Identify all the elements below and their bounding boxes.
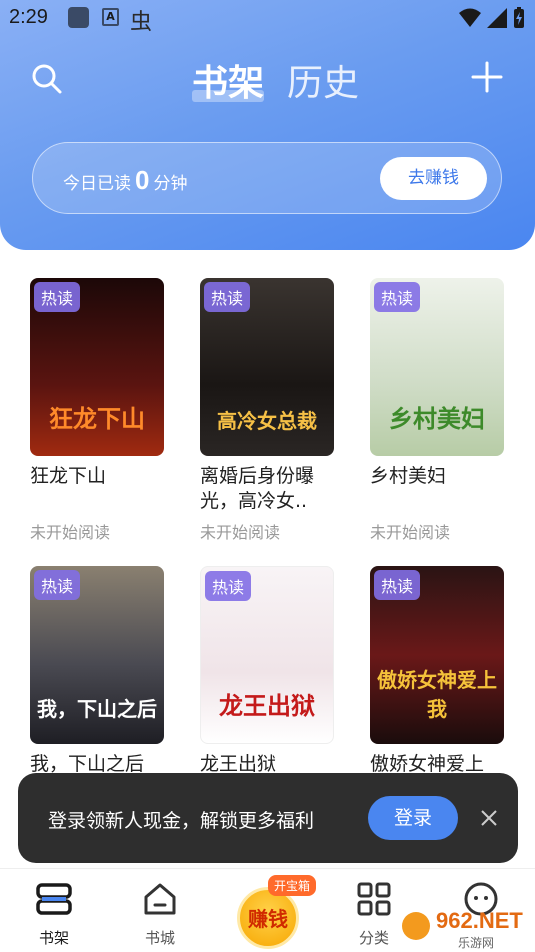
bookshelf-icon bbox=[36, 883, 72, 915]
watermark-logo: 962.NET 乐游网 bbox=[402, 908, 523, 950]
book-item[interactable]: 热读 高冷女总裁 离婚后身份曝光，高冷女.. 未开始阅读 bbox=[200, 278, 334, 543]
login-promo-toast: 登录领新人现金，解锁更多福利 登录 bbox=[18, 773, 518, 863]
reading-minutes: 0 bbox=[135, 165, 150, 195]
toast-message: 登录领新人现金，解锁更多福利 bbox=[48, 810, 315, 832]
app-notification-icon bbox=[68, 7, 89, 28]
daily-reading-text: 今日已读 0 分钟 bbox=[63, 165, 187, 196]
status-indicators bbox=[459, 7, 525, 29]
reading-progress: 未开始阅读 bbox=[370, 523, 451, 542]
top-navigation: 书架 历史 bbox=[0, 50, 535, 105]
hot-badge: 热读 bbox=[34, 282, 81, 312]
signal-icon bbox=[487, 8, 507, 28]
tab-bookstore[interactable]: 书城 bbox=[120, 879, 200, 948]
watermark-brand: 962.NET bbox=[436, 908, 523, 933]
tab-history[interactable]: 历史 bbox=[287, 54, 359, 106]
cover-title: 高冷女总裁 bbox=[217, 409, 317, 433]
reading-prefix: 今日已读 bbox=[63, 174, 131, 194]
category-grid-icon bbox=[357, 882, 391, 916]
book-cover[interactable]: 热读 乡村美妇 bbox=[370, 278, 504, 456]
cover-title: 傲娇女神爱上我 bbox=[377, 668, 497, 721]
book-item[interactable]: 热读 傲娇女神爱上我 傲娇女神爱上 bbox=[370, 566, 504, 802]
tab-label: 书城 bbox=[144, 929, 175, 947]
close-icon[interactable] bbox=[477, 806, 501, 830]
daily-reading-card: 今日已读 0 分钟 去赚钱 bbox=[32, 142, 502, 214]
book-name[interactable]: 乡村美妇 bbox=[370, 464, 504, 514]
a-notification-icon: A bbox=[102, 8, 119, 26]
treasure-chest-icon: 赚钱 bbox=[237, 887, 299, 949]
earn-money-button[interactable]: 去赚钱 bbox=[380, 157, 487, 200]
book-cover[interactable]: 热读 我，下山之后 bbox=[30, 566, 164, 744]
book-cover[interactable]: 热读 龙王出狱 bbox=[200, 566, 334, 744]
header-banner: 2:29 A 虫 书架 历史 今日已读 0 分钟 去赚钱 bbox=[0, 0, 535, 250]
status-bar: 2:29 A 虫 bbox=[0, 0, 535, 36]
hot-badge: 热读 bbox=[374, 570, 421, 600]
watermark-sub: 乐游网 bbox=[458, 936, 494, 950]
reading-progress: 未开始阅读 bbox=[200, 523, 281, 542]
book-name[interactable]: 狂龙下山 bbox=[30, 464, 164, 514]
hot-badge: 热读 bbox=[374, 282, 421, 312]
hot-badge: 热读 bbox=[205, 571, 252, 601]
tab-bookshelf[interactable]: 书架 bbox=[192, 54, 265, 106]
cover-title: 乡村美妇 bbox=[389, 405, 485, 433]
add-icon[interactable] bbox=[470, 60, 504, 94]
book-item[interactable]: 热读 乡村美妇 乡村美妇 未开始阅读 bbox=[370, 278, 504, 543]
book-cover[interactable]: 热读 狂龙下山 bbox=[30, 278, 164, 456]
book-cover[interactable]: 热读 高冷女总裁 bbox=[200, 278, 334, 456]
book-name[interactable]: 离婚后身份曝光，高冷女.. bbox=[200, 464, 334, 514]
book-item[interactable]: 热读 我，下山之后 我，下山之后 bbox=[30, 566, 164, 802]
cover-title: 我，下山之后 bbox=[37, 697, 157, 721]
wifi-icon bbox=[459, 8, 481, 27]
hot-badge: 热读 bbox=[204, 282, 251, 312]
status-time: 2:29 bbox=[9, 6, 48, 28]
cover-title: 狂龙下山 bbox=[49, 405, 145, 433]
home-icon bbox=[144, 883, 176, 915]
tab-label: 书架 bbox=[38, 929, 69, 947]
bug-icon: 虫 bbox=[130, 10, 153, 35]
reading-progress: 未开始阅读 bbox=[30, 523, 111, 542]
cover-title: 龙王出狱 bbox=[219, 692, 315, 720]
login-button[interactable]: 登录 bbox=[368, 796, 458, 840]
book-item[interactable]: 热读 龙王出狱 龙王出狱 bbox=[200, 566, 334, 802]
tab-earn[interactable]: 赚钱 开宝箱 bbox=[234, 875, 317, 949]
tab-bookshelf-bottom[interactable]: 书架 bbox=[14, 879, 94, 948]
book-cover[interactable]: 热读 傲娇女神爱上我 bbox=[370, 566, 504, 744]
reading-suffix: 分钟 bbox=[153, 174, 188, 194]
earn-label: 赚钱 bbox=[248, 907, 288, 931]
open-chest-tag: 开宝箱 bbox=[268, 875, 317, 896]
hot-badge: 热读 bbox=[34, 570, 81, 600]
battery-icon bbox=[514, 7, 524, 28]
book-item[interactable]: 热读 狂龙下山 狂龙下山 未开始阅读 bbox=[30, 278, 164, 543]
search-icon[interactable] bbox=[30, 62, 64, 96]
